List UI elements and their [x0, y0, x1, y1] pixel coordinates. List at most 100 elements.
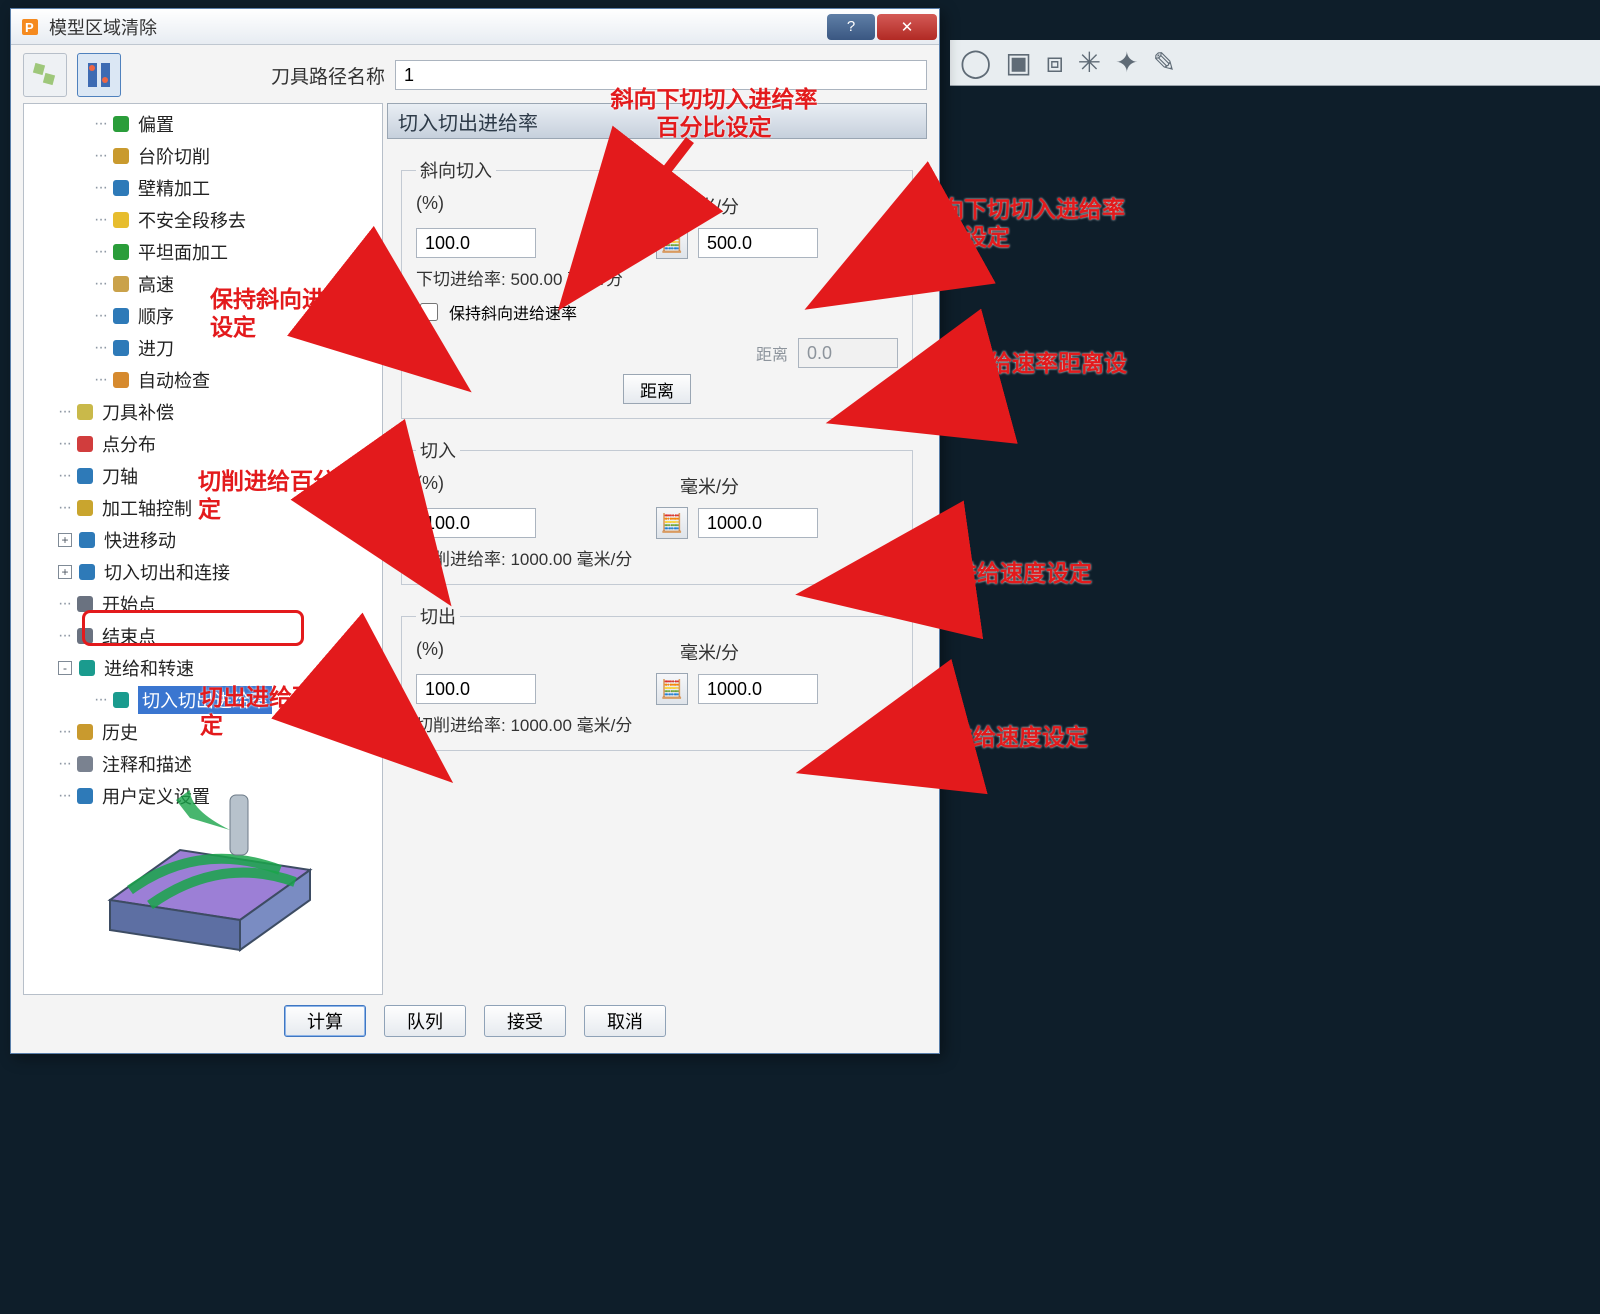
toolpath-name-label: 刀具路径名称 — [271, 62, 385, 89]
flat-icon — [110, 241, 132, 263]
group-cutout-legend: 切出 — [416, 603, 460, 629]
tree-item-label: 切入切出进给率 — [138, 686, 272, 714]
tree-item-16[interactable]: ···结束点 — [26, 620, 380, 652]
cutout-pct-input[interactable] — [416, 674, 536, 704]
tree-item-label: 顺序 — [138, 303, 174, 329]
tree-item-4[interactable]: ···平坦面加工 — [26, 236, 380, 268]
tree-item-label: 刀具补偿 — [102, 399, 174, 425]
comp-icon — [74, 401, 96, 423]
tree-item-label: 开始点 — [102, 591, 156, 617]
cutout-subtext: 切削进给率: 1000.00 毫米/分 — [416, 711, 898, 736]
tree-item-label: 自动检查 — [138, 367, 210, 393]
end-icon — [74, 625, 96, 647]
tree-item-label: 进给和转速 — [104, 655, 194, 681]
expand-toggle[interactable]: + — [58, 533, 72, 547]
tree-item-label: 快进移动 — [104, 527, 176, 553]
tool-icon[interactable]: ✎ — [1153, 49, 1176, 77]
tree-item-2[interactable]: ···壁精加工 — [26, 172, 380, 204]
tree-item-label: 刀轴 — [102, 463, 138, 489]
cancel-button[interactable]: 取消 — [584, 1005, 666, 1037]
cutin-subtext: 切削进给率: 1000.00 毫米/分 — [416, 545, 898, 570]
cutin-rate-label: 毫米/分 — [636, 473, 898, 499]
tree-item-14[interactable]: + 切入切出和连接 — [26, 556, 380, 588]
panel-title: 切入切出进给率 — [387, 103, 927, 139]
tree-item-1[interactable]: ···台阶切削 — [26, 140, 380, 172]
rapid-icon — [76, 529, 98, 551]
tree-item-label: 点分布 — [102, 431, 156, 457]
strategy-icon-1[interactable] — [23, 53, 67, 97]
feed-icon — [76, 657, 98, 679]
expand-toggle[interactable]: + — [58, 565, 72, 579]
dialog-button-bar: 计算 队列 接受 取消 — [23, 995, 927, 1045]
ramp-rate-input[interactable] — [698, 228, 818, 258]
group-ramp-legend: 斜向切入 — [416, 157, 496, 183]
queue-button[interactable]: 队列 — [384, 1005, 466, 1037]
tree-item-6[interactable]: ···顺序 — [26, 300, 380, 332]
strategy-icon-2[interactable] — [77, 53, 121, 97]
calc-button[interactable]: 计算 — [284, 1005, 366, 1037]
window-title: 模型区域清除 — [49, 14, 157, 40]
tree-item-label: 不安全段移去 — [138, 207, 246, 233]
tree-item-18[interactable]: ···切入切出进给率 — [26, 684, 380, 716]
group-cutin-legend: 切入 — [416, 437, 460, 463]
tree-item-11[interactable]: ···刀轴 — [26, 460, 380, 492]
cutin-pct-input[interactable] — [416, 508, 536, 538]
cutin-rate-input[interactable] — [698, 508, 818, 538]
points-icon — [74, 433, 96, 455]
cutout-pct-label: (%) — [416, 639, 636, 665]
help-button[interactable]: ? — [827, 14, 875, 40]
cutout-rate-input[interactable] — [698, 674, 818, 704]
cutout-rate-label: 毫米/分 — [636, 639, 898, 665]
tree-item-label: 平坦面加工 — [138, 239, 228, 265]
tool-icon[interactable]: ✳ — [1078, 49, 1101, 77]
app-icon: P — [19, 16, 41, 38]
tree-item-10[interactable]: ···点分布 — [26, 428, 380, 460]
expand-toggle[interactable]: - — [58, 661, 72, 675]
tree-item-0[interactable]: ···偏置 — [26, 108, 380, 140]
close-button[interactable]: ✕ — [877, 14, 937, 40]
tree-item-label: 壁精加工 — [138, 175, 210, 201]
tree-item-17[interactable]: - 进给和转速 — [26, 652, 380, 684]
titlebar[interactable]: P 模型区域清除 ? ✕ — [11, 9, 939, 45]
group-ramp: 斜向切入 (%) 毫米/分 🧮 下切进给率: 500.00 毫米/分 — [401, 157, 913, 419]
hourglass-icon — [110, 305, 132, 327]
tool-icon[interactable]: ▣ — [1005, 49, 1031, 77]
calculator-icon[interactable]: 🧮 — [656, 673, 688, 705]
tree-item-label: 高速 — [138, 271, 174, 297]
tree-item-label: 结束点 — [102, 623, 156, 649]
stairs-icon — [110, 145, 132, 167]
ramp-pct-input[interactable] — [416, 228, 536, 258]
tree-item-19[interactable]: ···历史 — [26, 716, 380, 748]
tree-item-label: 历史 — [102, 719, 138, 745]
tree-item-label: 切入切出和连接 — [104, 559, 230, 585]
tool-icon[interactable]: ⧈ — [1046, 49, 1064, 77]
tree-item-3[interactable]: ···不安全段移去 — [26, 204, 380, 236]
tree-item-label: 台阶切削 — [138, 143, 210, 169]
bit-icon — [110, 273, 132, 295]
toolpath-name-input[interactable] — [395, 60, 927, 90]
start-icon — [74, 593, 96, 615]
calculator-icon[interactable]: 🧮 — [656, 507, 688, 539]
tree-item-9[interactable]: ···刀具补偿 — [26, 396, 380, 428]
axis-icon — [74, 465, 96, 487]
tree-item-7[interactable]: ···进刀 — [26, 332, 380, 364]
dist-label: 距离 — [756, 341, 788, 365]
calculator-icon[interactable]: 🧮 — [656, 227, 688, 259]
tool-icon[interactable]: ✦ — [1115, 49, 1138, 77]
accept-button[interactable]: 接受 — [484, 1005, 566, 1037]
tree-item-15[interactable]: ···开始点 — [26, 588, 380, 620]
ctrl-icon — [74, 497, 96, 519]
dist-button[interactable]: 距离 — [623, 374, 691, 404]
link-icon — [76, 561, 98, 583]
tree-item-5[interactable]: ···高速 — [26, 268, 380, 300]
tree-item-8[interactable]: ···自动检查 — [26, 364, 380, 396]
tree-item-label: 进刀 — [138, 335, 174, 361]
history-icon — [74, 721, 96, 743]
dist-input — [798, 338, 898, 368]
keep-ramp-checkbox[interactable] — [420, 303, 438, 321]
tree-item-label: 偏置 — [138, 111, 174, 137]
tree-item-12[interactable]: ···加工轴控制 — [26, 492, 380, 524]
tree-item-13[interactable]: + 快进移动 — [26, 524, 380, 556]
tool-icon[interactable]: ◯ — [960, 49, 991, 77]
keep-ramp-label: 保持斜向进给速率 — [449, 300, 577, 324]
